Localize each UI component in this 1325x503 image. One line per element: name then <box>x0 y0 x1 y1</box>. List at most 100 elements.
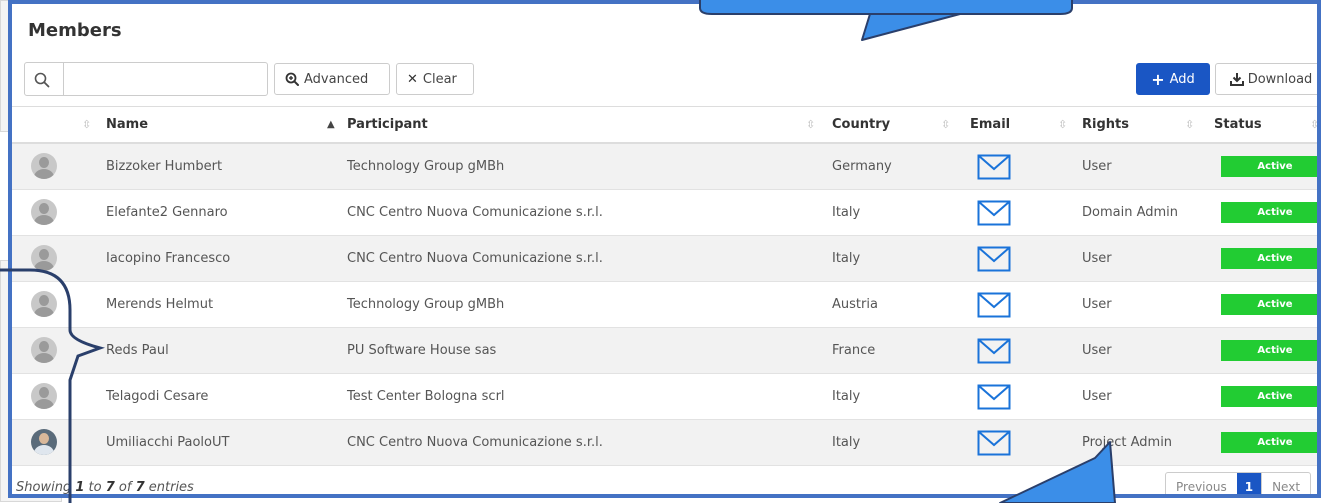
table-row[interactable]: Umiliacchi PaoloUT CNC Centro Nuova Comun… <box>12 420 1317 466</box>
rights-cell: User <box>1082 251 1112 266</box>
participant-cell: Technology Group gMBh <box>347 159 505 174</box>
column-header-status[interactable]: Status <box>1214 107 1262 143</box>
advanced-label: Advanced <box>304 71 369 87</box>
column-header-email[interactable]: Email <box>970 107 1010 143</box>
rights-cell: Project Admin <box>1082 435 1173 450</box>
status-badge: Active <box>1221 248 1317 269</box>
mail-icon[interactable] <box>977 246 1011 272</box>
members-panel: Members Advanced ✕ Clear + Add Download <box>8 0 1321 498</box>
table-row[interactable]: Reds Paul PU Software House sas France User… <box>12 328 1317 374</box>
search-icon <box>34 72 50 88</box>
page-title: Members <box>28 20 122 41</box>
mail-icon[interactable] <box>977 384 1011 410</box>
status-badge: Active <box>1221 432 1317 453</box>
participant-cell: CNC Centro Nuova Comunicazione s.r.l. <box>347 251 603 266</box>
table-row[interactable]: Iacopino Francesco CNC Centro Nuova Comun… <box>12 236 1317 282</box>
previous-page-button[interactable]: Previous <box>1166 473 1237 494</box>
table-header: ⇳ Name ▲ Participant ⇳ Country ⇳ Email ⇳… <box>12 106 1317 144</box>
sort-icon[interactable]: ⇳ <box>1185 107 1194 143</box>
rights-cell: Domain Admin <box>1082 205 1179 220</box>
participant-cell: Test Center Bologna scrl <box>347 389 505 404</box>
rights-cell: User <box>1082 343 1112 358</box>
download-icon <box>1229 73 1244 86</box>
entries-suffix: entries <box>148 480 194 495</box>
advanced-button[interactable]: Advanced <box>274 63 390 95</box>
name-cell: Telagodi Cesare <box>106 389 209 404</box>
sort-icon[interactable]: ⇳ <box>1058 107 1067 143</box>
sort-icon[interactable]: ⇳ <box>806 107 815 143</box>
participant-cell: CNC Centro Nuova Comunicazione s.r.l. <box>347 205 603 220</box>
entries-total: 7 <box>135 480 145 495</box>
avatar-icon <box>31 199 57 225</box>
pagination: Previous 1 Next <box>1165 472 1312 494</box>
avatar-icon <box>31 153 57 179</box>
sort-icon[interactable]: ⇳ <box>82 107 91 143</box>
close-icon: ✕ <box>407 71 418 87</box>
entries-prefix: Showing <box>16 480 72 495</box>
entries-to-word: to <box>88 480 102 495</box>
search-input[interactable] <box>65 65 267 95</box>
add-button[interactable]: + Add <box>1136 63 1210 95</box>
status-badge: Active <box>1221 156 1317 177</box>
page-1-button[interactable]: 1 <box>1236 473 1262 494</box>
avatar-icon <box>31 291 57 317</box>
country-cell: Italy <box>832 251 861 266</box>
country-cell: Austria <box>832 297 878 312</box>
next-page-button[interactable]: Next <box>1261 473 1310 494</box>
entries-to: 7 <box>105 480 115 495</box>
table-row[interactable]: Elefante2 Gennaro CNC Centro Nuova Comuni… <box>12 190 1317 236</box>
download-label: Download <box>1247 71 1313 87</box>
zoom-plus-icon <box>285 72 299 86</box>
mail-icon[interactable] <box>977 338 1011 364</box>
name-cell: Iacopino Francesco <box>106 251 231 266</box>
participant-cell: CNC Centro Nuova Comunicazione s.r.l. <box>347 435 603 450</box>
column-header-participant[interactable]: Participant <box>347 107 428 143</box>
status-badge: Active <box>1221 202 1317 223</box>
avatar-icon <box>31 383 57 409</box>
column-header-country[interactable]: Country <box>832 107 890 143</box>
name-cell: Elefante2 Gennaro <box>106 205 228 220</box>
mail-icon[interactable] <box>977 200 1011 226</box>
avatar-icon <box>31 245 57 271</box>
rights-cell: User <box>1082 389 1112 404</box>
entries-from: 1 <box>75 480 85 495</box>
column-header-rights[interactable]: Rights <box>1082 107 1129 143</box>
table-row[interactable]: Telagodi Cesare Test Center Bologna scrl I… <box>12 374 1317 420</box>
country-cell: Italy <box>832 205 861 220</box>
search-divider <box>63 63 64 95</box>
country-cell: Germany <box>832 159 892 174</box>
country-cell: Italy <box>832 435 861 450</box>
sort-icon[interactable]: ⇳ <box>941 107 950 143</box>
avatar-icon <box>31 337 57 363</box>
clear-button[interactable]: ✕ Clear <box>396 63 474 95</box>
status-badge: Active <box>1221 340 1317 361</box>
add-label: Add <box>1169 71 1195 87</box>
country-cell: France <box>832 343 876 358</box>
download-button[interactable]: Download <box>1215 63 1317 95</box>
mail-icon[interactable] <box>977 430 1011 456</box>
participant-cell: Technology Group gMBh <box>347 297 505 312</box>
entries-of-word: of <box>118 480 132 495</box>
search-box[interactable] <box>24 62 268 96</box>
avatar-icon <box>31 429 57 455</box>
clear-label: Clear <box>422 71 457 87</box>
status-badge: Active <box>1221 294 1317 315</box>
rights-cell: User <box>1082 159 1112 174</box>
plus-icon: + <box>1151 69 1165 89</box>
mail-icon[interactable] <box>977 292 1011 318</box>
table-row[interactable]: Bizzoker Humbert Technology Group gMBh Ger… <box>12 144 1317 190</box>
table-footer: Showing 1 to 7 of 7 entries Previous 1 N… <box>12 466 1317 495</box>
name-cell: Bizzoker Humbert <box>106 159 223 174</box>
name-cell: Merends Helmut <box>106 297 214 312</box>
sort-icon[interactable]: ⇳ <box>1310 107 1317 143</box>
rights-cell: User <box>1082 297 1112 312</box>
name-cell: Reds Paul <box>106 343 169 358</box>
sort-asc-icon[interactable]: ▲ <box>327 107 335 143</box>
country-cell: Italy <box>832 389 861 404</box>
entries-info: Showing 1 to 7 of 7 entries <box>16 480 194 495</box>
participant-cell: PU Software House sas <box>347 343 497 358</box>
mail-icon[interactable] <box>977 154 1011 180</box>
column-header-name[interactable]: Name <box>106 107 148 143</box>
table-row[interactable]: Merends Helmut Technology Group gMBh Austr… <box>12 282 1317 328</box>
name-cell: Umiliacchi PaoloUT <box>106 435 230 450</box>
